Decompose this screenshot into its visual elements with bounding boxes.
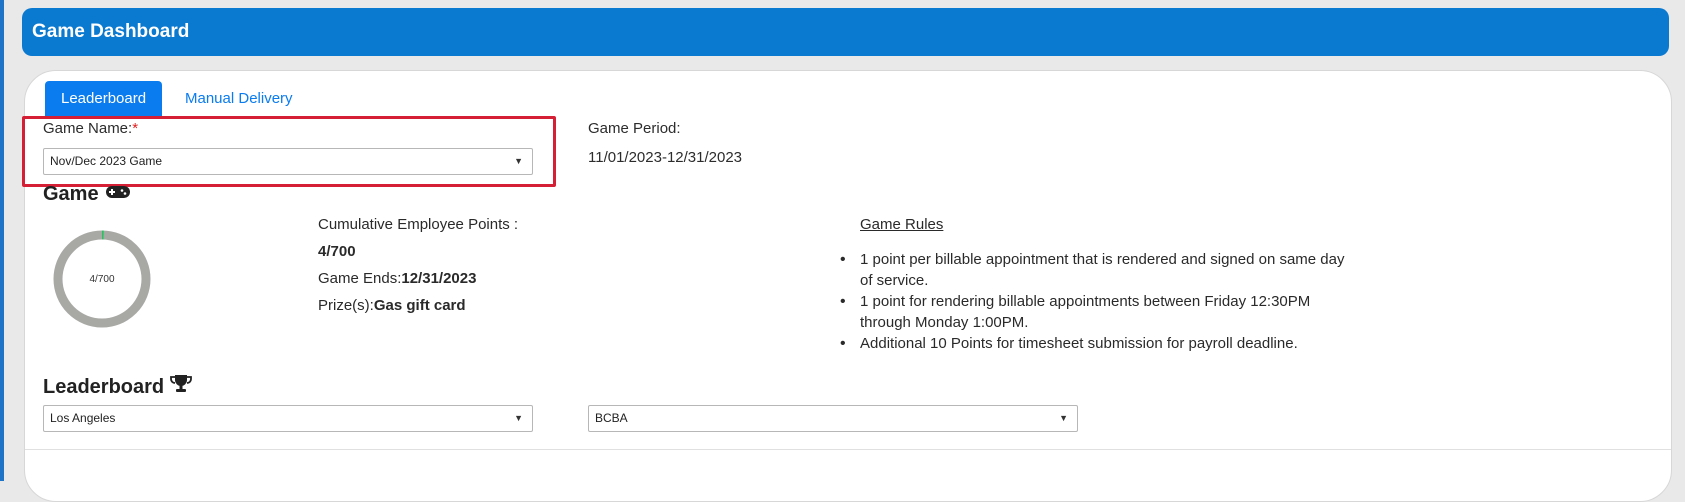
game-section-title: Game bbox=[43, 183, 131, 206]
tab-leaderboard[interactable]: Leaderboard bbox=[45, 81, 163, 116]
role-select-value: BCBA bbox=[595, 411, 628, 425]
rule-item: 1 point per billable appointment that is… bbox=[840, 249, 1360, 291]
game-title-text: Game bbox=[43, 183, 99, 205]
donut-label: 4/700 bbox=[89, 273, 115, 285]
trophy-icon bbox=[170, 374, 193, 400]
game-name-select[interactable]: Nov/Dec 2023 Game ▼ bbox=[43, 148, 533, 175]
prize: Prize(s):Gas gift card bbox=[318, 297, 466, 314]
cumulative-points-label: Cumulative Employee Points : bbox=[318, 216, 519, 233]
left-border bbox=[0, 0, 4, 481]
dashboard-header: Game Dashboard bbox=[22, 8, 1669, 56]
game-name-select-value: Nov/Dec 2023 Game bbox=[50, 154, 163, 168]
game-rules-title[interactable]: Game Rules bbox=[860, 216, 943, 233]
leaderboard-title-text: Leaderboard bbox=[43, 375, 165, 398]
location-select[interactable]: Los Angeles ▼ bbox=[43, 405, 533, 432]
points-donut-chart: 4/700 bbox=[52, 229, 152, 329]
tab-manual-delivery[interactable]: Manual Delivery bbox=[181, 81, 297, 116]
page-title: Game Dashboard bbox=[32, 21, 190, 42]
rule-item: 1 point for rendering billable appointme… bbox=[840, 291, 1360, 333]
gamepad-icon bbox=[105, 183, 131, 206]
game-name-label-text: Game Name: bbox=[43, 120, 133, 137]
chevron-down-icon: ▼ bbox=[1059, 413, 1068, 423]
game-ends: Game Ends:12/31/2023 bbox=[318, 270, 476, 287]
chevron-down-icon: ▼ bbox=[514, 413, 523, 423]
game-ends-label: Game Ends: bbox=[318, 270, 402, 287]
location-select-value: Los Angeles bbox=[50, 411, 116, 425]
game-ends-value: 12/31/2023 bbox=[401, 270, 477, 287]
prize-label: Prize(s): bbox=[318, 297, 374, 314]
required-mark: * bbox=[132, 120, 139, 137]
dashboard-card: Leaderboard Manual Delivery Game Name:* … bbox=[22, 70, 1672, 502]
rule-item: Additional 10 Points for timesheet submi… bbox=[840, 333, 1360, 354]
game-period-label: Game Period: bbox=[588, 120, 681, 137]
role-select[interactable]: BCBA ▼ bbox=[588, 405, 1078, 432]
game-name-label: Game Name:* bbox=[43, 120, 138, 137]
divider bbox=[25, 449, 1671, 450]
game-rules-list: 1 point per billable appointment that is… bbox=[840, 249, 1360, 354]
prize-value: Gas gift card bbox=[373, 297, 466, 314]
leaderboard-section-title: Leaderboard bbox=[43, 374, 193, 400]
game-period-value: 11/01/2023-12/31/2023 bbox=[588, 149, 743, 166]
chevron-down-icon: ▼ bbox=[514, 156, 523, 166]
cumulative-points-value: 4/700 bbox=[318, 243, 356, 260]
